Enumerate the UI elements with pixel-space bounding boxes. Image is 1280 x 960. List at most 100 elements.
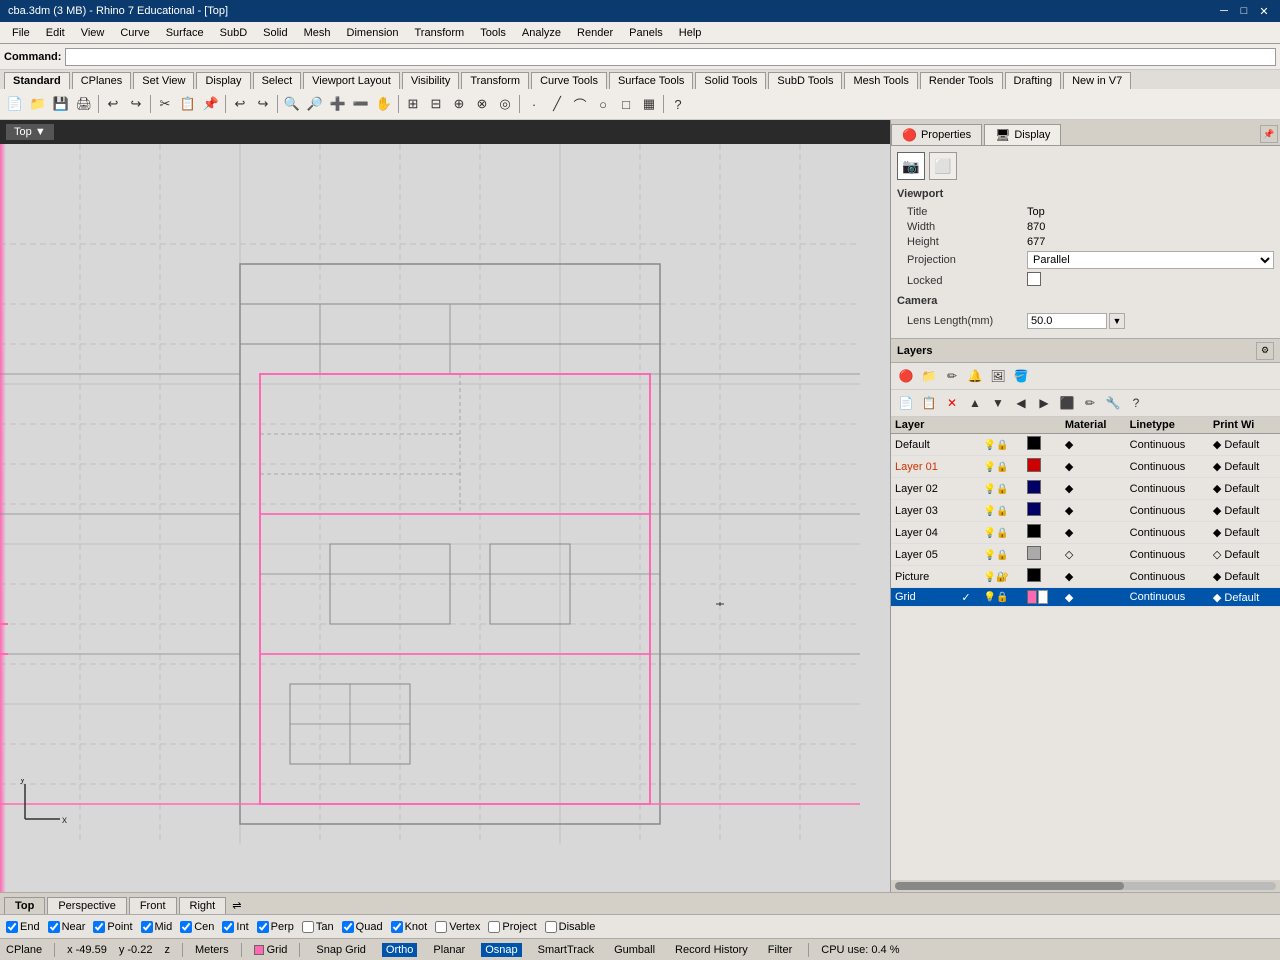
tab-select[interactable]: Select	[253, 72, 302, 89]
tab-setview[interactable]: Set View	[133, 72, 194, 89]
bottom-tab-right[interactable]: Right	[179, 897, 227, 914]
tb-zoom-ext[interactable]: 🔍	[281, 93, 303, 115]
tb-help[interactable]: ?	[667, 93, 689, 115]
layer-up-button[interactable]: ▲	[964, 392, 986, 414]
layer-filter-button[interactable]: ⬛	[1056, 392, 1078, 414]
layer-right-button[interactable]: ▶	[1033, 392, 1055, 414]
layer-color-grid[interactable]	[1023, 588, 1061, 607]
tab-viewport-layout[interactable]: Viewport Layout	[303, 72, 400, 89]
record-history-button[interactable]: Record History	[671, 943, 752, 957]
layer-delete-button[interactable]: ✕	[941, 392, 963, 414]
tab-mesh-tools[interactable]: Mesh Tools	[844, 72, 917, 89]
menu-transform[interactable]: Transform	[407, 25, 473, 41]
menu-analyze[interactable]: Analyze	[514, 25, 569, 41]
command-input[interactable]	[65, 48, 1276, 66]
tab-visibility[interactable]: Visibility	[402, 72, 460, 89]
tb-hatch[interactable]: ▦	[638, 93, 660, 115]
tb-new[interactable]: 📄	[4, 93, 26, 115]
layers-scrollbar[interactable]	[891, 880, 1280, 892]
osnap-tan-checkbox[interactable]	[302, 921, 314, 933]
tab-new-in-v7[interactable]: New in V7	[1063, 72, 1131, 89]
osnap-perp-checkbox[interactable]	[257, 921, 269, 933]
tab-standard[interactable]: Standard	[4, 72, 70, 89]
bottom-tab-perspective[interactable]: Perspective	[47, 897, 126, 914]
osnap-vertex-checkbox[interactable]	[435, 921, 447, 933]
layer-color-02[interactable]	[1023, 478, 1061, 500]
tab-scroll-arrows[interactable]: ⇌	[228, 897, 245, 914]
table-row[interactable]: Layer 01 💡🔒 ◆ Continuous ◆ Default	[891, 456, 1280, 478]
tab-solid-tools[interactable]: Solid Tools	[695, 72, 766, 89]
planar-button[interactable]: Planar	[429, 943, 469, 957]
close-button[interactable]: ✕	[1256, 3, 1272, 19]
layer-color-04[interactable]	[1023, 522, 1061, 544]
ortho-button[interactable]: Ortho	[382, 943, 418, 957]
menu-help[interactable]: Help	[671, 25, 710, 41]
osnap-button[interactable]: Osnap	[481, 943, 521, 957]
maximize-button[interactable]: □	[1236, 3, 1252, 19]
layer-down-button[interactable]: ▼	[987, 392, 1009, 414]
layer-folder-button[interactable]: 📁	[918, 365, 940, 387]
tb-viewport-2[interactable]: ⊟	[425, 93, 447, 115]
gumball-button[interactable]: Gumball	[610, 943, 659, 957]
tab-drafting[interactable]: Drafting	[1005, 72, 1062, 89]
lens-input[interactable]	[1027, 313, 1107, 329]
tb-redo[interactable]: ↪	[252, 93, 274, 115]
tb-rect[interactable]: □	[615, 93, 637, 115]
layer-color-05[interactable]	[1023, 544, 1061, 566]
filter-button[interactable]: Filter	[764, 943, 796, 957]
layer-export-button[interactable]: ✏	[1079, 392, 1101, 414]
layer-color-03[interactable]	[1023, 500, 1061, 522]
layers-scroll-track[interactable]	[895, 882, 1276, 890]
menu-subd[interactable]: SubD	[212, 25, 256, 41]
table-row[interactable]: Layer 03 💡🔒 ◆ Continuous ◆ Default	[891, 500, 1280, 522]
menu-mesh[interactable]: Mesh	[296, 25, 339, 41]
osnap-disable-checkbox[interactable]	[545, 921, 557, 933]
tab-render-tools[interactable]: Render Tools	[920, 72, 1003, 89]
tb-copy[interactable]: 📋	[177, 93, 199, 115]
tb-zoom-out[interactable]: ➖	[350, 93, 372, 115]
layers-settings-button[interactable]: ⚙	[1256, 342, 1274, 360]
tb-circle[interactable]: ○	[592, 93, 614, 115]
projection-select[interactable]: Parallel Perspective Two-Point Perspecti…	[1027, 251, 1274, 269]
osnap-near-checkbox[interactable]	[48, 921, 60, 933]
tb-curve[interactable]: ⌒	[569, 93, 591, 115]
tab-subd-tools[interactable]: SubD Tools	[768, 72, 842, 89]
layer-color-default[interactable]	[1023, 434, 1061, 456]
tb-pan[interactable]: ✋	[373, 93, 395, 115]
camera-properties-button[interactable]: 📷	[897, 152, 925, 180]
table-row-grid[interactable]: Grid ✓ 💡🔒 ◆	[891, 588, 1280, 607]
tab-curve-tools[interactable]: Curve Tools	[531, 72, 607, 89]
layers-scroll-thumb[interactable]	[895, 882, 1124, 890]
tb-osnap[interactable]: ⊗	[471, 93, 493, 115]
menu-edit[interactable]: Edit	[38, 25, 73, 41]
osnap-knot-checkbox[interactable]	[391, 921, 403, 933]
tb-save[interactable]: 💾	[50, 93, 72, 115]
tb-viewport-1[interactable]: ⊞	[402, 93, 424, 115]
layer-edit-button[interactable]: ✏	[941, 365, 963, 387]
osnap-quad-checkbox[interactable]	[342, 921, 354, 933]
lens-dropdown-btn[interactable]: ▼	[1109, 313, 1125, 329]
layer-copy-button[interactable]: 📋	[918, 392, 940, 414]
menu-panels[interactable]: Panels	[621, 25, 671, 41]
tab-transform[interactable]: Transform	[461, 72, 529, 89]
table-row[interactable]: Layer 05 💡🔒 ◇ Continuous ◇ Default	[891, 544, 1280, 566]
layer-color-01[interactable]	[1023, 456, 1061, 478]
tb-layer[interactable]: ◎	[494, 93, 516, 115]
layer-image-button[interactable]: 🖼	[987, 365, 1009, 387]
tab-cplanes[interactable]: CPlanes	[72, 72, 132, 89]
tab-display[interactable]: Display	[196, 72, 250, 89]
menu-surface[interactable]: Surface	[158, 25, 212, 41]
osnap-point-checkbox[interactable]	[93, 921, 105, 933]
osnap-int-checkbox[interactable]	[222, 921, 234, 933]
bottom-tab-front[interactable]: Front	[129, 897, 177, 914]
rect-properties-button[interactable]: ⬜	[929, 152, 957, 180]
tb-point[interactable]: ·	[523, 93, 545, 115]
layer-help-button[interactable]: ?	[1125, 392, 1147, 414]
menu-view[interactable]: View	[73, 25, 113, 41]
viewport-canvas[interactable]: y x	[0, 144, 890, 892]
tb-open[interactable]: 📁	[27, 93, 49, 115]
smarttrack-button[interactable]: SmartTrack	[534, 943, 598, 957]
menu-tools[interactable]: Tools	[472, 25, 514, 41]
osnap-mid-checkbox[interactable]	[141, 921, 153, 933]
table-row[interactable]: Default 💡🔒 ◆ Continuous ◆ Default	[891, 434, 1280, 456]
